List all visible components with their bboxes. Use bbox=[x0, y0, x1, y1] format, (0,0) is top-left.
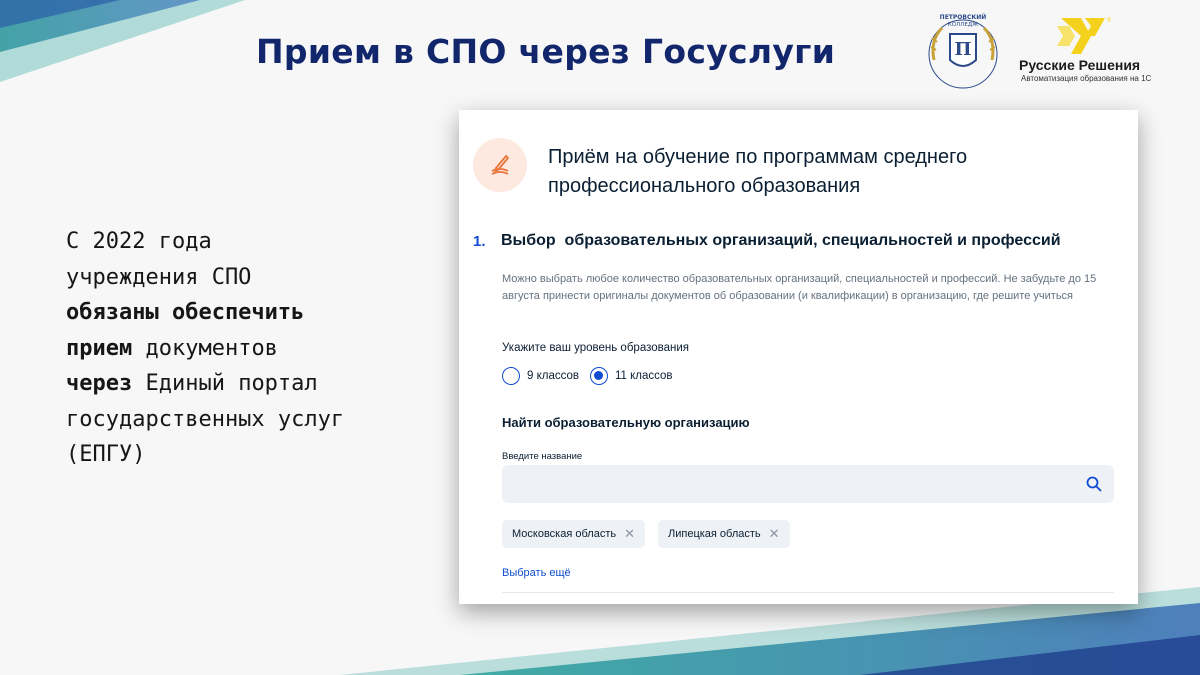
russkie-resheniya-logo-icon: ® bbox=[1057, 17, 1111, 54]
russkie-resheniya-name: Русские Решения bbox=[1019, 57, 1141, 73]
russkie-resheniya-subtitle: Автоматизация образования на 1С bbox=[1021, 74, 1152, 83]
intro-line-5-bold: через bbox=[66, 371, 133, 396]
intro-line-3: обязаны обеспечить bbox=[66, 300, 305, 325]
intro-line-6: государственных услуг bbox=[66, 406, 345, 432]
region-chip-moscow[interactable]: Московская область ✕ bbox=[502, 520, 645, 548]
svg-text:ПЕТРОВСКИЙ: ПЕТРОВСКИЙ bbox=[940, 13, 987, 21]
close-icon[interactable]: ✕ bbox=[624, 526, 635, 542]
search-icon[interactable] bbox=[1086, 476, 1102, 492]
intro-line-4-bold: прием bbox=[66, 335, 133, 361]
step-title: Выбор образовательных организаций, специ… bbox=[501, 232, 1061, 249]
chip-label: Московская область bbox=[512, 528, 617, 540]
radio-circle[interactable] bbox=[502, 367, 520, 385]
search-input[interactable] bbox=[502, 465, 1114, 503]
region-chip-lipetsk[interactable]: Липецкая область ✕ bbox=[658, 520, 790, 548]
service-title: Приём на обучение по программам среднего… bbox=[548, 146, 968, 197]
radio-circle-checked[interactable] bbox=[590, 367, 608, 385]
college-emblem-icon: П ПЕТРОВСКИЙ КОЛЛЕДЖ bbox=[928, 13, 998, 89]
intro-text: С 2022 года учреждения СПО обязаны обесп… bbox=[66, 224, 426, 473]
find-organization-title: Найти образовательную организацию bbox=[502, 415, 750, 430]
intro-line-5: через Единый портал bbox=[66, 366, 426, 402]
radio-9-classes[interactable]: 9 классов bbox=[502, 367, 579, 385]
intro-line-1: С 2022 года bbox=[66, 229, 212, 254]
education-level-label: Укажите ваш уровень образования bbox=[502, 342, 689, 354]
intro-line-4: прием документов bbox=[66, 331, 426, 367]
radio-label: 11 классов bbox=[615, 370, 673, 382]
intro-line-7: (ЕПГУ) bbox=[66, 442, 146, 467]
gosuslugi-form-card: Приём на обучение по программам среднего… bbox=[459, 110, 1138, 604]
slide-title: Прием в СПО через Госуслуги bbox=[256, 32, 836, 71]
select-more-link[interactable]: Выбрать ещё bbox=[502, 567, 571, 579]
radio-label: 9 классов bbox=[527, 370, 579, 382]
close-icon[interactable]: ✕ bbox=[769, 526, 780, 542]
intro-line-4-rest: документов bbox=[132, 335, 278, 361]
divider bbox=[502, 592, 1114, 593]
radio-11-classes[interactable]: 11 классов bbox=[590, 367, 673, 385]
step-description: Можно выбрать любое количество образоват… bbox=[502, 273, 1097, 302]
step-number: 1. bbox=[473, 233, 486, 250]
registered-mark: ® bbox=[1107, 17, 1111, 24]
search-label: Введите название bbox=[502, 451, 583, 462]
pencil-book-icon bbox=[473, 138, 527, 192]
search-field[interactable] bbox=[502, 465, 1114, 503]
intro-line-2: учреждения СПО bbox=[66, 264, 252, 290]
decorative-corner-top-left bbox=[0, 0, 245, 82]
chip-label: Липецкая область bbox=[668, 528, 761, 540]
intro-line-5-rest: Единый портал bbox=[132, 371, 318, 396]
svg-text:П: П bbox=[955, 39, 972, 60]
svg-text:КОЛЛЕДЖ: КОЛЛЕДЖ bbox=[948, 22, 978, 28]
